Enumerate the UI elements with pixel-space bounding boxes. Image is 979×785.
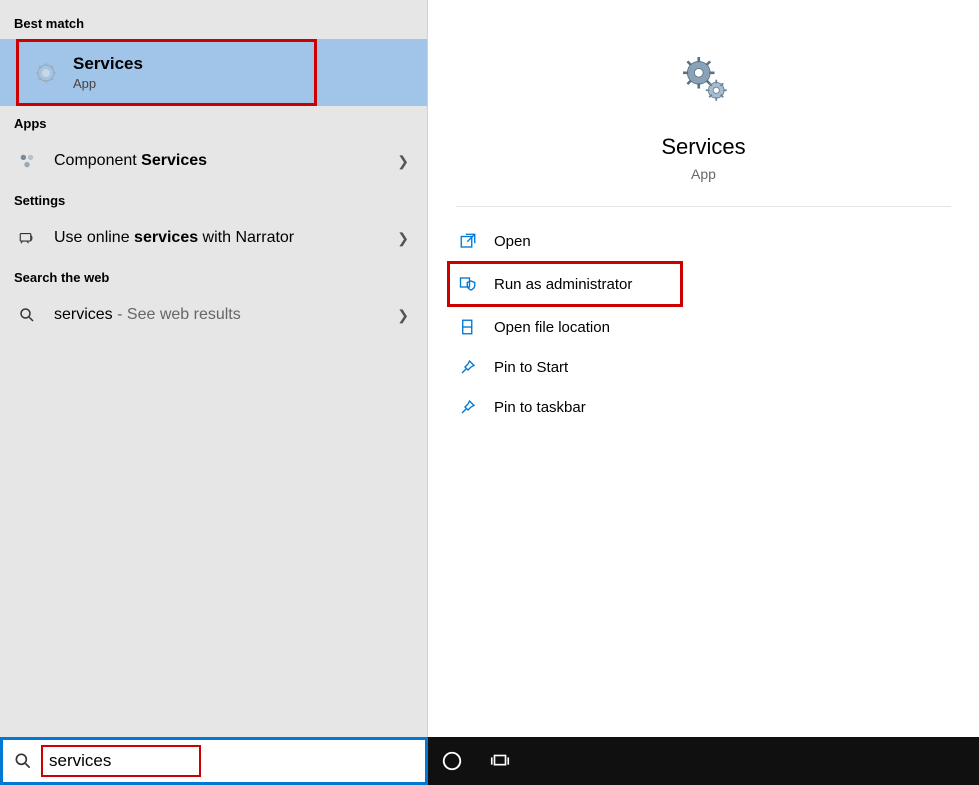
- action-pin-taskbar-label: Pin to taskbar: [494, 399, 586, 416]
- chevron-right-icon[interactable]: ❯: [397, 153, 409, 170]
- search-input-highlight: [41, 745, 201, 777]
- open-icon: [458, 231, 478, 251]
- action-open-label: Open: [494, 233, 531, 250]
- search-input[interactable]: [49, 749, 193, 773]
- action-open-location-label: Open file location: [494, 319, 610, 336]
- action-list: Open Run as administrator Open file: [428, 221, 979, 427]
- task-view-button[interactable]: [476, 737, 524, 785]
- section-apps: Apps: [0, 106, 427, 139]
- chevron-right-icon[interactable]: ❯: [397, 230, 409, 247]
- pin-icon: [458, 397, 478, 417]
- app-type: App: [456, 166, 951, 182]
- apps-item-component-services[interactable]: Component Services ❯: [0, 139, 427, 183]
- web-item-label: services - See web results: [54, 306, 413, 324]
- action-open[interactable]: Open: [450, 221, 957, 261]
- gear-icon: [33, 60, 59, 86]
- cortana-button[interactable]: [428, 737, 476, 785]
- app-hero: Services App: [456, 0, 951, 207]
- pin-icon: [458, 357, 478, 377]
- action-pin-start-label: Pin to Start: [494, 359, 568, 376]
- search-results-panel: Best match Services App: [0, 0, 428, 737]
- settings-item-narrator-services[interactable]: Use online services with Narrator ❯: [0, 216, 427, 260]
- web-item-services[interactable]: services - See web results ❯: [0, 293, 427, 337]
- narrator-icon: [14, 228, 40, 248]
- best-match-subtitle: App: [73, 76, 143, 91]
- section-best-match: Best match: [0, 6, 427, 39]
- large-gear-icon: [676, 50, 732, 106]
- apps-item-label: Component Services: [54, 152, 413, 170]
- action-run-admin-label: Run as administrator: [494, 276, 632, 293]
- best-match-row[interactable]: Services App: [0, 39, 427, 106]
- admin-shield-icon: [458, 274, 478, 294]
- details-panel: Services App Open Run as: [428, 0, 979, 737]
- taskbar-search[interactable]: [0, 737, 428, 785]
- action-pin-to-taskbar[interactable]: Pin to taskbar: [450, 387, 957, 427]
- section-search-web: Search the web: [0, 260, 427, 293]
- best-match-title: Services: [73, 54, 143, 74]
- action-pin-to-start[interactable]: Pin to Start: [450, 347, 957, 387]
- app-title: Services: [456, 134, 951, 160]
- taskbar: [0, 737, 979, 785]
- action-run-as-admin[interactable]: Run as administrator: [447, 261, 683, 307]
- component-services-icon: [14, 151, 40, 171]
- action-open-file-location[interactable]: Open file location: [450, 307, 957, 347]
- chevron-right-icon[interactable]: ❯: [397, 307, 409, 324]
- search-icon: [14, 305, 40, 325]
- section-settings: Settings: [0, 183, 427, 216]
- settings-item-label: Use online services with Narrator: [54, 229, 413, 247]
- search-icon: [13, 751, 33, 771]
- folder-open-icon: [458, 317, 478, 337]
